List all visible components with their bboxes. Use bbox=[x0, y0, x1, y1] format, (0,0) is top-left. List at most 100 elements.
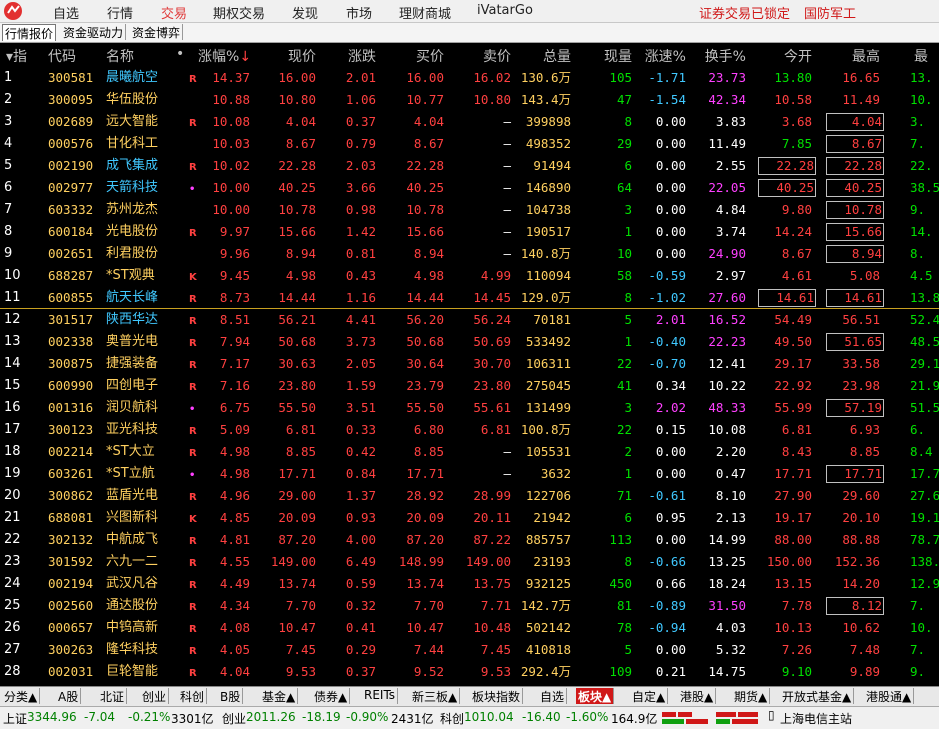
stock-name[interactable]: 六九一二 bbox=[106, 553, 158, 571]
menu-discover[interactable]: 发现 bbox=[292, 3, 318, 22]
table-row[interactable]: 7 603332 苏州龙杰 10.00 10.78 0.98 10.78 — 104738 3 0.… bbox=[0, 199, 939, 221]
col-turnover-header[interactable]: 换手% bbox=[694, 46, 746, 66]
col-index-header[interactable]: ▾指 bbox=[6, 46, 27, 66]
category-tab[interactable]: A股 bbox=[56, 688, 82, 704]
menu-options-trade[interactable]: 期权交易 bbox=[213, 3, 265, 22]
menu-watchlist[interactable]: 自选 bbox=[53, 3, 79, 22]
tab-fund-game[interactable]: 资金博弈 bbox=[130, 24, 184, 40]
table-row[interactable]: 1 300581 晨曦航空 14.37 16.00 2.01 16.00 16.02 130.6… bbox=[0, 67, 939, 89]
col-bid-header[interactable]: 买价 bbox=[398, 46, 444, 66]
col-change-header[interactable]: 涨跌 bbox=[330, 46, 376, 66]
stock-name[interactable]: 通达股份 bbox=[106, 597, 158, 615]
stock-name[interactable]: 中钨高新 bbox=[106, 619, 158, 637]
col-open-header[interactable]: 今开 bbox=[766, 46, 812, 66]
category-tab[interactable]: 分类▲ bbox=[2, 688, 41, 704]
table-row[interactable]: 11 600855 航天长峰 8.73 14.44 1.16 14.44 14.45 129.0… bbox=[0, 287, 939, 309]
stock-name[interactable]: 中航成飞 bbox=[106, 531, 158, 549]
stock-name[interactable]: *ST立航 bbox=[106, 465, 155, 483]
col-code-header[interactable]: 代码 bbox=[48, 46, 76, 66]
col-current-vol-header[interactable]: 现量 bbox=[586, 46, 632, 66]
category-tab[interactable]: 自定▲ bbox=[630, 688, 669, 704]
category-tab[interactable]: 自选 bbox=[538, 688, 568, 704]
table-row[interactable]: 23 301592 六九一二 4.55 149.00 6.49 148.99 149.00 23… bbox=[0, 551, 939, 573]
category-tab[interactable]: 债券▲ bbox=[312, 688, 351, 704]
stock-name[interactable]: 苏州龙杰 bbox=[106, 201, 158, 219]
sector-link[interactable]: 国防军工 bbox=[804, 3, 856, 22]
table-row[interactable]: 5 002190 成飞集成 10.02 22.28 2.03 22.28 — 91494 6 0.0… bbox=[0, 155, 939, 177]
menu-wealth-mall[interactable]: 理财商城 bbox=[399, 3, 451, 22]
stock-name[interactable]: 航天长峰 bbox=[106, 289, 158, 307]
table-row[interactable]: 3 002689 远大智能 10.08 4.04 0.37 4.04 — 399898 8 0.00… bbox=[0, 111, 939, 133]
stock-name[interactable]: 润贝航科 bbox=[106, 399, 158, 417]
col-volume-header[interactable]: 总量 bbox=[523, 46, 571, 66]
table-row[interactable]: 10 688287 *ST观典 9.45 4.98 0.43 4.98 4.99 110094 5… bbox=[0, 265, 939, 287]
table-row[interactable]: 21 688081 兴图新科 4.85 20.09 0.93 20.09 20.11 21942… bbox=[0, 507, 939, 529]
stock-name[interactable]: 亚光科技 bbox=[106, 421, 158, 439]
category-tab[interactable]: 新三板▲ bbox=[410, 688, 461, 704]
category-tab[interactable]: 基金▲ bbox=[260, 688, 299, 704]
table-row[interactable]: 27 300263 隆华科技 4.05 7.45 0.29 7.44 7.45 410818 5 0… bbox=[0, 639, 939, 661]
kc-index-value[interactable]: 1010.04 bbox=[464, 710, 514, 724]
table-row[interactable]: 15 600990 四创电子 7.16 23.80 1.59 23.79 23.80 27504… bbox=[0, 375, 939, 397]
table-row[interactable]: 26 000657 中钨高新 4.08 10.47 0.41 10.47 10.48 50214… bbox=[0, 617, 939, 639]
category-tab[interactable]: 科创 bbox=[178, 688, 208, 704]
trade-lock-status[interactable]: 证券交易已锁定 bbox=[699, 3, 790, 22]
table-row[interactable]: 19 603261 *ST立航 4.98 17.71 0.84 17.71 — 3632 1 0.0… bbox=[0, 463, 939, 485]
table-row[interactable]: 24 002194 武汉凡谷 4.49 13.74 0.59 13.74 13.75 93212… bbox=[0, 573, 939, 595]
table-row[interactable]: 25 002560 通达股份 4.34 7.70 0.32 7.70 7.71 142.7万 81… bbox=[0, 595, 939, 617]
category-tab[interactable]: REITs bbox=[362, 688, 399, 704]
table-row[interactable]: 2 300095 华伍股份 10.88 10.80 1.06 10.77 10.80 143.4… bbox=[0, 89, 939, 111]
category-tab[interactable]: 板块▲ bbox=[576, 688, 615, 704]
table-row[interactable]: 20 300862 蓝盾光电 4.96 29.00 1.37 28.92 28.99 12270… bbox=[0, 485, 939, 507]
table-row[interactable]: 9 002651 利君股份 9.96 8.94 0.81 8.94 — 140.8万 10 0.00… bbox=[0, 243, 939, 265]
table-row[interactable]: 22 302132 中航成飞 4.81 87.20 4.00 87.20 87.22 88575… bbox=[0, 529, 939, 551]
col-price-header[interactable]: 现价 bbox=[270, 46, 316, 66]
col-low-header[interactable]: 最 bbox=[914, 46, 928, 66]
stock-name[interactable]: 兴图新科 bbox=[106, 509, 158, 527]
table-row[interactable]: 12 301517 陕西华达 8.51 56.21 4.41 56.20 56.24 70181… bbox=[0, 309, 939, 331]
table-row[interactable]: 13 002338 奥普光电 7.94 50.68 3.73 50.68 50.69 53349… bbox=[0, 331, 939, 353]
broker-station[interactable]: 上海电信主站 bbox=[780, 710, 852, 727]
stock-name[interactable]: 奥普光电 bbox=[106, 333, 158, 351]
stock-name[interactable]: 光电股份 bbox=[106, 223, 158, 241]
col-ask-header[interactable]: 卖价 bbox=[465, 46, 511, 66]
col-name-header[interactable]: 名称 bbox=[106, 46, 134, 66]
menu-market[interactable]: 行情 bbox=[107, 3, 133, 22]
col-pct-header[interactable]: 涨幅%↓ bbox=[198, 46, 251, 66]
category-tab[interactable]: 板块指数 bbox=[470, 688, 524, 704]
sh-index-value[interactable]: 3344.96 bbox=[27, 710, 77, 724]
table-row[interactable]: 18 002214 *ST大立 4.98 8.85 0.42 8.85 — 105531 2 0.0… bbox=[0, 441, 939, 463]
table-row[interactable]: 4 000576 甘化科工 10.03 8.67 0.79 8.67 — 498352 29 0.0… bbox=[0, 133, 939, 155]
table-row[interactable]: 8 600184 光电股份 9.97 15.66 1.42 15.66 — 190517 1 0.0… bbox=[0, 221, 939, 243]
stock-name[interactable]: 武汉凡谷 bbox=[106, 575, 158, 593]
table-row[interactable]: 6 002977 天箭科技 10.00 40.25 3.66 40.25 — 146890 64 0… bbox=[0, 177, 939, 199]
category-tab[interactable]: 港股通▲ bbox=[864, 688, 915, 704]
menu-trade[interactable]: 交易 bbox=[161, 3, 187, 22]
table-row[interactable]: 16 001316 润贝航科 6.75 55.50 3.51 55.50 55.61 13149… bbox=[0, 397, 939, 419]
col-speed-header[interactable]: 涨速% bbox=[634, 46, 686, 66]
cy-index-value[interactable]: 2011.26 bbox=[246, 710, 296, 724]
stock-name[interactable]: 陕西华达 bbox=[106, 311, 158, 329]
table-row[interactable]: 17 300123 亚光科技 5.09 6.81 0.33 6.80 6.81 100.8万 22… bbox=[0, 419, 939, 441]
stock-name[interactable]: *ST观典 bbox=[106, 267, 155, 285]
stock-name[interactable]: 巨轮智能 bbox=[106, 663, 158, 681]
stock-name[interactable]: 蓝盾光电 bbox=[106, 487, 158, 505]
stock-name[interactable]: 捷强装备 bbox=[106, 355, 158, 373]
stock-name[interactable]: 成飞集成 bbox=[106, 157, 158, 175]
stock-name[interactable]: 晨曦航空 bbox=[106, 69, 158, 87]
col-high-header[interactable]: 最高 bbox=[834, 46, 880, 66]
stock-name[interactable]: 甘化科工 bbox=[106, 135, 158, 153]
category-tab[interactable]: 开放式基金▲ bbox=[780, 688, 855, 704]
table-row[interactable]: 28 002031 巨轮智能 4.04 9.53 0.37 9.52 9.53 292.4万 10… bbox=[0, 661, 939, 683]
stock-name[interactable]: 四创电子 bbox=[106, 377, 158, 395]
stock-name[interactable]: 华伍股份 bbox=[106, 91, 158, 109]
category-tab[interactable]: 北证 bbox=[98, 688, 128, 704]
category-tab[interactable]: 港股▲ bbox=[678, 688, 717, 704]
table-row[interactable]: 14 300875 捷强装备 7.17 30.63 2.05 30.64 30.70 10631… bbox=[0, 353, 939, 375]
tab-quotes[interactable]: 行情报价 bbox=[2, 24, 57, 41]
stock-name[interactable]: 天箭科技 bbox=[106, 179, 158, 197]
category-tab[interactable]: B股 bbox=[218, 688, 244, 704]
stock-name[interactable]: *ST大立 bbox=[106, 443, 155, 461]
stock-name[interactable]: 利君股份 bbox=[106, 245, 158, 263]
stock-name[interactable]: 隆华科技 bbox=[106, 641, 158, 659]
